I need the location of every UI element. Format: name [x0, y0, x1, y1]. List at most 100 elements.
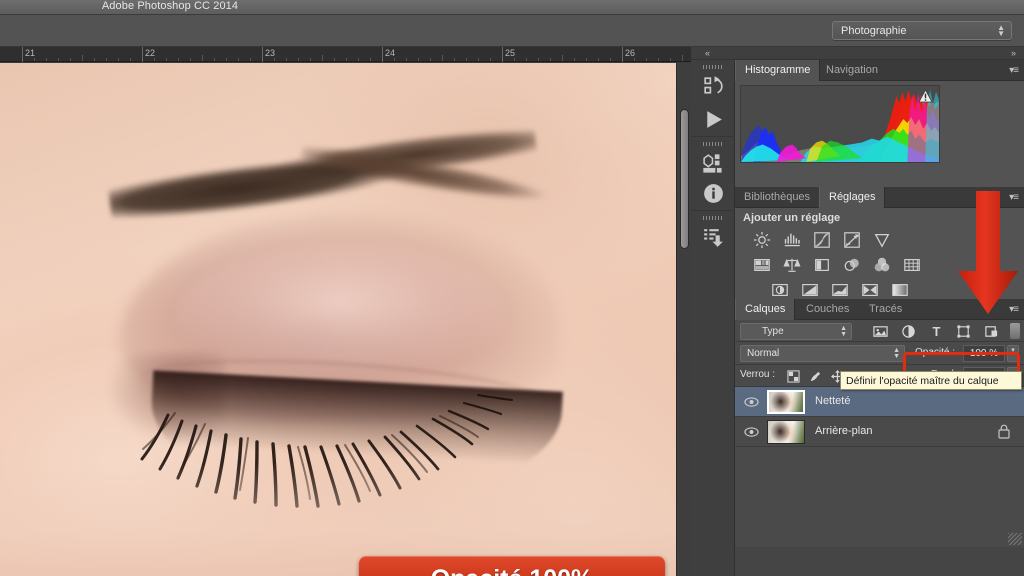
workspace-select-value: Photographie: [841, 25, 906, 37]
ruler-minor-tick: [82, 55, 83, 61]
workspace-select[interactable]: Photographie ▲▼: [832, 21, 1012, 40]
ruler-minor-tick: [454, 58, 455, 61]
adjustments-icon[interactable]: [701, 225, 726, 250]
table-row[interactable]: Arrière-plan: [735, 417, 1024, 447]
color-lookup-icon[interactable]: [901, 255, 922, 274]
rail-divider-1: [691, 136, 735, 137]
window-title: Adobe Photoshop CC 2014: [0, 0, 340, 14]
ruler-minor-tick: [610, 58, 611, 61]
layer-thumbnail[interactable]: [767, 420, 805, 444]
curves-icon[interactable]: [811, 230, 832, 249]
tab-calques[interactable]: Calques: [735, 299, 795, 320]
ruler-minor-tick: [322, 55, 323, 61]
chevron-updown-icon: ▲▼: [893, 348, 900, 360]
tab-navigation[interactable]: Navigation: [817, 60, 887, 81]
scrollbar-thumb[interactable]: [680, 109, 689, 249]
ruler-minor-tick: [286, 58, 287, 61]
histogram-panel: Histogramme Navigation ▾≡: [735, 60, 1024, 187]
ruler-minor-tick: [214, 58, 215, 61]
ruler-minor-tick: [646, 58, 647, 61]
ruler-minor-tick: [442, 55, 443, 61]
photo-filter-icon[interactable]: [841, 255, 862, 274]
posterize-icon[interactable]: [799, 280, 820, 299]
ruler-minor-tick: [538, 58, 539, 61]
opacity-stepper[interactable]: ▾: [1007, 345, 1019, 362]
opacity-annotation-banner: Opacité 100%: [359, 556, 665, 576]
document-area: 212223242526: [0, 47, 691, 576]
cached-data-warning-icon: [918, 89, 933, 103]
history-icon[interactable]: [701, 74, 726, 99]
shape-layer-filter-icon[interactable]: [955, 323, 972, 339]
lock-image-pixels-icon[interactable]: [807, 368, 823, 384]
ruler-minor-tick: [250, 58, 251, 61]
blend-mode-select[interactable]: Normal ▲▼: [740, 345, 905, 362]
histogram-panel-menu-icon[interactable]: ▾≡: [1009, 65, 1018, 76]
tab-traces[interactable]: Tracés: [860, 299, 911, 320]
layer-thumbnail[interactable]: [767, 390, 805, 414]
filter-enable-toggle[interactable]: [1010, 323, 1020, 339]
ruler-minor-tick: [370, 58, 371, 61]
ruler-minor-tick: [394, 58, 395, 61]
adjustment-layer-filter-icon[interactable]: [900, 323, 917, 339]
pixel-layer-filter-icon[interactable]: [872, 323, 889, 339]
black-white-icon[interactable]: [811, 255, 832, 274]
properties-icon[interactable]: [701, 151, 726, 176]
lock-transparent-pixels-icon[interactable]: [785, 368, 801, 384]
resize-grip-icon[interactable]: [1008, 533, 1022, 545]
type-layer-filter-icon[interactable]: T: [928, 323, 945, 339]
ruler-tick-label: 25: [502, 48, 515, 58]
actions-play-icon[interactable]: [701, 107, 726, 132]
ruler-minor-tick: [634, 58, 635, 61]
ruler-minor-tick: [406, 58, 407, 61]
layer-list-empty-area[interactable]: [735, 447, 1024, 547]
ruler-minor-tick: [130, 58, 131, 61]
tab-bibliotheques[interactable]: Bibliothèques: [735, 187, 819, 208]
filter-type-select[interactable]: Type ▲▼: [740, 323, 852, 340]
layer-name: Netteté: [815, 395, 850, 407]
ruler-minor-tick: [34, 58, 35, 61]
tab-histogramme[interactable]: Histogramme: [735, 60, 820, 81]
horizontal-ruler[interactable]: 212223242526: [0, 47, 691, 62]
table-row[interactable]: Netteté: [735, 387, 1024, 417]
hue-saturation-icon[interactable]: [751, 255, 772, 274]
ruler-minor-tick: [58, 58, 59, 61]
ruler-minor-tick: [682, 55, 683, 61]
tab-reglages[interactable]: Réglages: [819, 187, 885, 208]
info-icon[interactable]: [701, 181, 726, 206]
rail-grip-2[interactable]: [703, 142, 723, 146]
smart-object-filter-icon[interactable]: [983, 323, 1000, 339]
selective-color-icon[interactable]: [859, 280, 880, 299]
photoshop-window: Adobe Photoshop CC 2014 Photographie ▲▼ …: [0, 0, 1024, 576]
opacity-tooltip: Définir l'opacité maître du calque: [840, 371, 1022, 390]
opacity-input[interactable]: 100 %: [963, 345, 1005, 362]
blend-mode-row: Normal ▲▼ Opacité : 100 % ▾: [735, 342, 1024, 365]
ruler-minor-tick: [658, 58, 659, 61]
vertical-scrollbar[interactable]: [676, 63, 691, 576]
ruler-minor-tick: [226, 58, 227, 61]
tab-couches[interactable]: Couches: [797, 299, 858, 320]
ruler-tick-label: 22: [142, 48, 155, 58]
channel-mixer-icon[interactable]: [871, 255, 892, 274]
histogram-body: [735, 81, 1024, 187]
color-balance-icon[interactable]: [781, 255, 802, 274]
title-bar: Adobe Photoshop CC 2014: [0, 0, 1024, 15]
threshold-icon[interactable]: [829, 280, 850, 299]
invert-icon[interactable]: [769, 280, 790, 299]
brightness-contrast-icon[interactable]: [751, 230, 772, 249]
layer-list: Netteté Arrière-plan: [735, 387, 1024, 447]
ruler-minor-tick: [166, 58, 167, 61]
levels-icon[interactable]: [781, 230, 802, 249]
dock-collapse-bar[interactable]: « »: [691, 47, 1024, 60]
rail-grip-1[interactable]: [703, 65, 723, 69]
blend-mode-value: Normal: [747, 348, 779, 359]
rail-grip-3[interactable]: [703, 216, 723, 220]
collapse-right-icon[interactable]: »: [1011, 47, 1016, 60]
collapse-left-icon[interactable]: «: [705, 47, 710, 60]
image-canvas[interactable]: [0, 63, 676, 576]
ruler-minor-tick: [298, 58, 299, 61]
ruler-minor-tick: [346, 58, 347, 61]
vibrance-icon[interactable]: [871, 230, 892, 249]
gradient-map-icon[interactable]: [889, 280, 910, 299]
exposure-icon[interactable]: [841, 230, 862, 249]
ruler-minor-tick: [490, 58, 491, 61]
